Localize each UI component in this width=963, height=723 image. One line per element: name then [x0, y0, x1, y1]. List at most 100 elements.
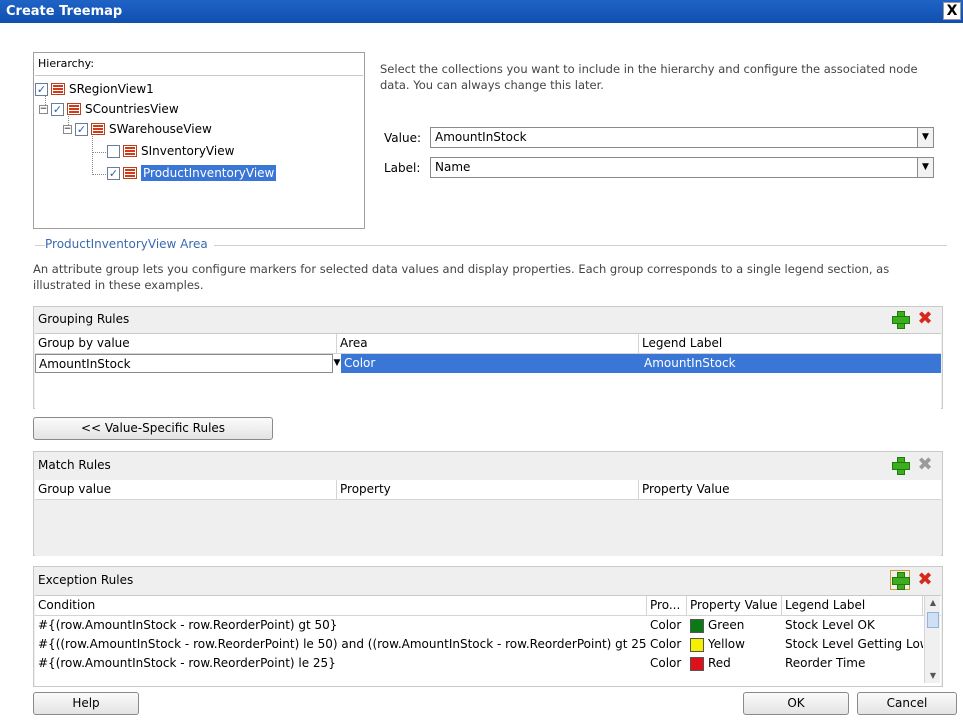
legend-label-cell[interactable]: Stock Level OK — [782, 616, 923, 635]
area-cell[interactable]: Color — [341, 354, 641, 373]
column-header[interactable]: Pro... — [647, 596, 687, 615]
tree-node-label: SWarehouseView — [109, 122, 212, 136]
column-header[interactable]: Area — [337, 334, 639, 353]
scroll-thumb[interactable] — [926, 612, 939, 628]
match-rules-panel: Match Rules ✖ Group value Property Prope… — [33, 451, 943, 556]
property-value-cell[interactable]: Yellow — [687, 635, 782, 654]
exception-rules-table: Condition Pro... Property Value Legend L… — [35, 595, 941, 686]
tree-node-swarehouseview[interactable]: − ✓ SWarehouseView — [63, 120, 212, 138]
checkbox[interactable]: ✓ — [35, 82, 48, 96]
match-rules-title: Match Rules — [38, 458, 111, 472]
exception-rules-title: Exception Rules — [38, 573, 134, 587]
condition-cell[interactable]: #{(row.AmountInStock - row.ReorderPoint)… — [35, 654, 647, 673]
column-header[interactable]: Group value — [35, 480, 337, 499]
collapse-icon[interactable]: − — [63, 124, 72, 134]
grouping-rules-table: Group by value Area Legend Label AmountI… — [35, 333, 941, 409]
condition-cell[interactable]: #{(row.AmountInStock - row.ReorderPoint)… — [35, 616, 647, 635]
value-specific-rules-button[interactable]: << Value-Specific Rules — [33, 417, 273, 440]
table-row[interactable]: #{((row.AmountInStock - row.ReorderPoint… — [35, 635, 941, 654]
dropdown-arrow-icon[interactable]: ▼ — [917, 128, 933, 147]
checkbox[interactable]: ✓ — [107, 166, 120, 180]
legend-label-cell[interactable]: Reorder Time — [782, 654, 923, 673]
add-icon[interactable] — [892, 311, 910, 329]
legend-label-cell[interactable]: Stock Level Getting Low — [782, 635, 923, 654]
tree-node-label: SCountriesView — [85, 102, 179, 116]
view-object-icon — [123, 145, 137, 157]
table-header: Condition Pro... Property Value Legend L… — [35, 596, 941, 616]
dropdown-arrow-icon[interactable]: ▼ — [917, 158, 933, 177]
match-rules-table: Group value Property Property Value — [35, 480, 941, 556]
property-cell[interactable]: Color — [647, 616, 687, 635]
view-object-icon — [123, 167, 137, 179]
scroll-down-icon[interactable]: ▼ — [925, 669, 941, 683]
property-cell[interactable]: Color — [647, 635, 687, 654]
table-header: Group by value Area Legend Label — [35, 334, 941, 354]
column-header[interactable]: Legend Label — [639, 334, 941, 353]
label-select-text: Name — [435, 160, 471, 174]
value-label: Value: — [384, 131, 421, 145]
tree-node-sregionview1[interactable]: ✓ SRegionView1 — [35, 80, 154, 98]
column-header[interactable]: Group by value — [35, 334, 337, 353]
column-header[interactable]: Property Value — [687, 596, 782, 615]
hierarchy-label: Hierarchy: — [38, 57, 95, 70]
property-cell[interactable]: Color — [647, 654, 687, 673]
tree-node-label: ProductInventoryView — [141, 165, 277, 181]
vertical-scrollbar[interactable]: ▲ ▼ — [924, 596, 940, 683]
column-header[interactable]: Property Value — [639, 480, 941, 499]
area-section-title: ProductInventoryView Area — [45, 237, 214, 251]
label-label: Label: — [384, 161, 421, 175]
delete-icon[interactable]: ✖ — [917, 310, 933, 328]
ok-button[interactable]: OK — [743, 692, 849, 715]
exception-rules-panel: Exception Rules ✖ Condition Pro... Prope… — [33, 566, 943, 687]
grouping-rules-title: Grouping Rules — [38, 312, 130, 326]
color-swatch — [690, 637, 704, 652]
label-select[interactable]: Name ▼ — [430, 157, 934, 178]
color-swatch — [690, 618, 704, 633]
value-select-text: AmountInStock — [435, 130, 527, 144]
window-titlebar: Create Treemap X — [0, 0, 963, 23]
color-name: Red — [708, 656, 731, 670]
view-object-icon — [51, 83, 65, 95]
color-swatch — [690, 656, 704, 671]
area-description: An attribute group lets you configure ma… — [33, 262, 890, 292]
checkbox[interactable]: ✓ — [51, 102, 64, 116]
table-row[interactable]: #{(row.AmountInStock - row.ReorderPoint)… — [35, 654, 941, 673]
color-name: Green — [708, 618, 745, 632]
table-row[interactable]: #{(row.AmountInStock - row.ReorderPoint)… — [35, 616, 941, 635]
add-icon[interactable] — [890, 570, 910, 590]
tree-node-productinventoryview[interactable]: ✓ ProductInventoryView — [107, 164, 277, 182]
collapse-icon[interactable]: − — [39, 104, 48, 114]
dropdown-arrow-icon[interactable]: ▼ — [333, 354, 341, 373]
delete-icon: ✖ — [917, 454, 933, 475]
group-by-select[interactable]: AmountInStock — [35, 354, 333, 373]
tree-node-scountriesview[interactable]: − ✓ SCountriesView — [39, 100, 179, 118]
column-header[interactable]: Legend Label — [782, 596, 923, 615]
property-value-cell[interactable]: Red — [687, 654, 782, 673]
window-title: Create Treemap — [6, 4, 123, 19]
tree-node-label: SInventoryView — [141, 144, 235, 158]
checkbox[interactable] — [107, 144, 120, 158]
tree-node-label: SRegionView1 — [69, 82, 154, 96]
column-header[interactable]: Property — [337, 480, 639, 499]
scroll-up-icon[interactable]: ▲ — [925, 596, 941, 610]
grouping-rules-panel: Grouping Rules ✖ Group by value Area Leg… — [33, 306, 943, 409]
condition-cell[interactable]: #{((row.AmountInStock - row.ReorderPoint… — [35, 635, 647, 654]
tree-node-sinventoryview[interactable]: SInventoryView — [107, 142, 234, 160]
delete-icon[interactable]: ✖ — [917, 571, 933, 589]
table-header: Group value Property Property Value — [35, 480, 941, 500]
instructions-text: Select the collections you want to inclu… — [380, 62, 918, 92]
help-button[interactable]: Help — [33, 692, 139, 715]
cancel-button[interactable]: Cancel — [857, 692, 957, 715]
value-select[interactable]: AmountInStock ▼ — [430, 127, 934, 148]
view-object-icon — [67, 103, 81, 115]
table-row[interactable]: AmountInStock ▼ Color AmountInStock — [35, 354, 941, 373]
close-icon[interactable]: X — [943, 2, 961, 20]
add-icon[interactable] — [892, 457, 910, 475]
hierarchy-tree: ✓ SRegionView1 − ✓ SCountriesView − ✓ SW… — [35, 75, 363, 225]
column-header[interactable]: Condition — [35, 596, 647, 615]
color-name: Yellow — [708, 637, 745, 651]
legend-label-cell[interactable]: AmountInStock — [641, 354, 941, 373]
checkbox[interactable]: ✓ — [75, 122, 88, 136]
group-by-value: AmountInStock — [39, 357, 131, 371]
property-value-cell[interactable]: Green — [687, 616, 782, 635]
